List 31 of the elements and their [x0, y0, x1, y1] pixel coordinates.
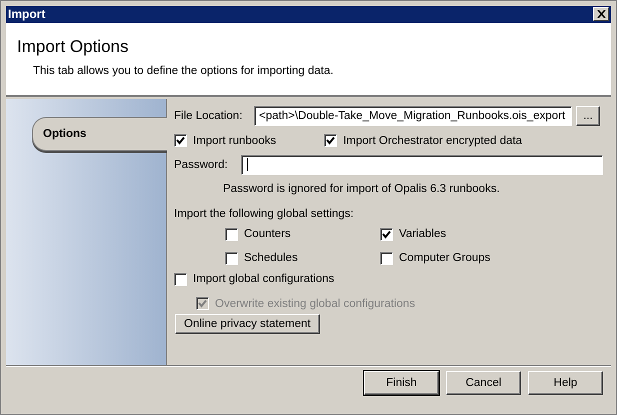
password-label: Password:	[174, 158, 229, 171]
global-setting-checkbox[interactable]: Computer Groups	[380, 252, 580, 265]
global-setting-checkbox[interactable]: Variables	[380, 228, 580, 241]
global-configurations-checkbox[interactable]: Import global configurations	[174, 272, 334, 286]
close-button[interactable]	[593, 7, 609, 22]
global-setting-checkbox[interactable]: Schedules	[225, 252, 380, 265]
dialog-button[interactable]: Help	[528, 370, 603, 395]
checkbox[interactable]	[225, 252, 238, 265]
password-note: Password is ignored for import of Opalis 6.3 runbooks.	[222, 182, 501, 197]
file-location-label: File Location:	[174, 110, 244, 122]
checkbox[interactable]	[380, 252, 393, 265]
checkbox[interactable]	[174, 272, 187, 286]
options-tab[interactable]: Options	[32, 116, 167, 151]
import-option-checkbox[interactable]: Import Orchestrator encrypted data	[324, 134, 522, 148]
checkbox[interactable]	[174, 134, 187, 148]
global-settings-label: Import the following global settings:	[174, 206, 355, 222]
dialog-button[interactable]: Cancel	[446, 370, 521, 395]
checkbox[interactable]	[324, 134, 338, 148]
privacy-statement-button[interactable]: Online privacy statement	[175, 314, 320, 334]
window-title: Import	[8, 7, 46, 22]
global-setting-checkbox[interactable]: Counters	[225, 228, 380, 241]
close-icon	[596, 10, 606, 18]
checkbox[interactable]	[380, 228, 393, 241]
file-location-field[interactable]: <path>\Double-Take_Move_Migration_Runbooks.ois_export	[254, 106, 572, 126]
browse-button[interactable]: ...	[576, 106, 600, 126]
password-field[interactable]	[241, 154, 603, 175]
import-option-checkbox[interactable]: Import runbooks	[174, 134, 276, 148]
dialog-button[interactable]: Finish	[364, 370, 439, 395]
page-title: Import Options	[17, 36, 130, 57]
checkbox[interactable]	[225, 228, 238, 241]
page-description: This tab allows you to define the options for importing data.	[32, 64, 334, 77]
